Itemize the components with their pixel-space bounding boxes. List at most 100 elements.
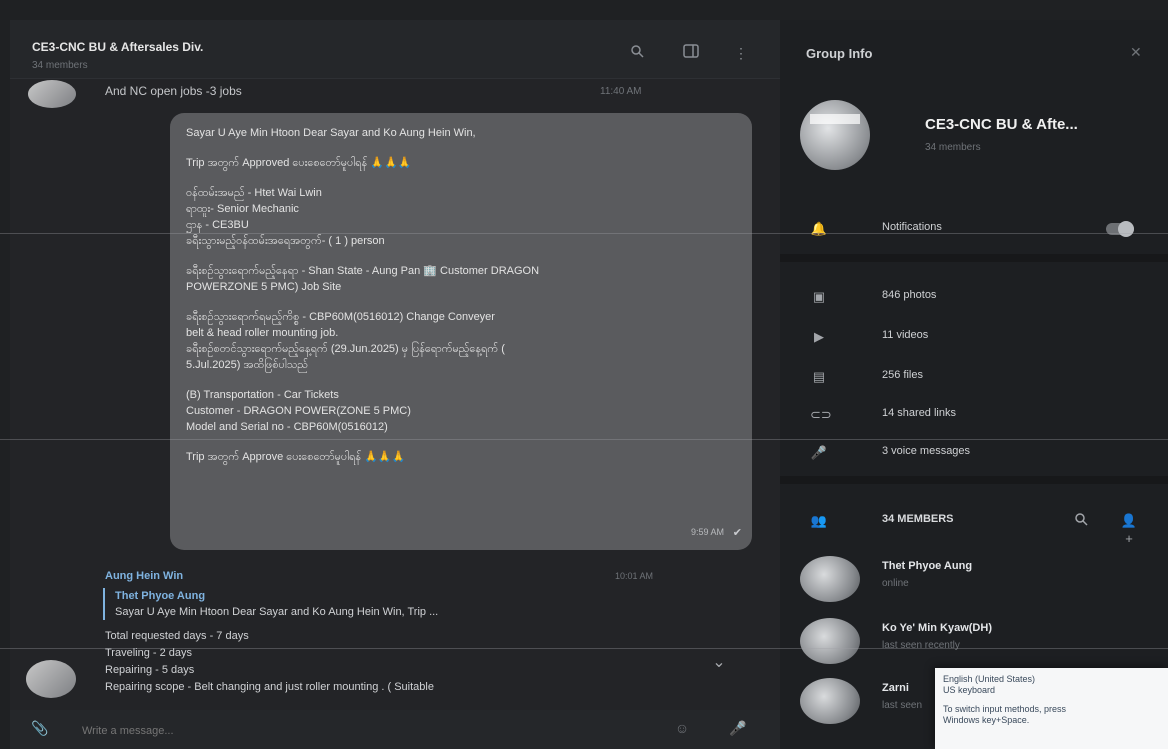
voice-row[interactable]: 🎤 3 voice messages — [780, 438, 1168, 468]
message-input[interactable] — [80, 720, 644, 742]
avatar[interactable] — [26, 660, 76, 698]
screen-artifact — [0, 233, 1168, 234]
avatar — [800, 556, 860, 602]
link-icon: ⊂⊃ — [810, 407, 832, 422]
ime-hint: Windows key+Space. — [943, 715, 1030, 725]
ime-keyboard: US keyboard — [943, 685, 996, 695]
divider — [780, 254, 1168, 262]
row-label: 256 files — [882, 369, 923, 381]
member-status: online — [882, 578, 909, 589]
message-preview-text: And NC open jobs -3 jobs — [105, 84, 242, 98]
chat-pane: CE3-CNC BU & Aftersales Div. 34 members … — [10, 20, 780, 749]
photos-row[interactable]: ▣ 846 photos — [780, 282, 1168, 312]
message-time: 11:40 AM — [600, 86, 642, 97]
row-label: 3 voice messages — [882, 445, 971, 457]
row-label: 14 shared links — [882, 407, 956, 419]
sidebar-toggle-icon[interactable] — [682, 44, 700, 62]
message-line: Sayar U Aye Min Htoon Dear Sayar and Ko … — [186, 127, 476, 139]
message-composer: 📎 ☺ 🎤 — [10, 710, 780, 749]
member-name: Zarni — [882, 682, 909, 694]
file-icon: ▤ — [812, 369, 826, 384]
message-line: Trip အတွက် Approve ပေးစေတော်မူပါရန် 🙏🙏🙏 — [186, 451, 406, 463]
divider — [780, 476, 1168, 484]
message-line: Model and Serial no - CBP60M(0516012) — [186, 421, 388, 433]
message-line: Trip အတွက် Approved ပေးစေတော်မူပါရန် 🙏🙏🙏 — [186, 157, 412, 169]
message-line: ခရီးစဉ်သွားရောက်မည့်နေရာ - Shan State - … — [186, 265, 540, 277]
message-line: ခရီးသွားမည့်ဝန်ထမ်းအရေအတွက်- ( 1 ) perso… — [186, 235, 385, 247]
search-members-icon[interactable] — [1072, 512, 1090, 530]
row-label: Notifications — [882, 221, 942, 233]
member-item[interactable]: Thet Phyoe Aung online — [780, 552, 1168, 608]
message-body: Total requested days - 7 days Traveling … — [105, 628, 434, 696]
message-line: ခရီးစဉ်သွားရောက်ရမည့်ကိစ္စ - CBP60M(0516… — [186, 311, 495, 323]
avatar — [800, 618, 860, 664]
ime-language: English (United States) — [943, 674, 1036, 684]
message-time: 9:59 AM — [690, 527, 724, 537]
message-line: Customer - DRAGON POWER(ZONE 5 PMC) — [186, 405, 411, 417]
more-icon[interactable]: ⋮ — [732, 44, 750, 62]
message-line: belt & head roller mounting job. — [186, 327, 339, 339]
quote-text: Sayar U Aye Min Htoon Dear Sayar and Ko … — [115, 606, 439, 618]
bell-icon: 🔔 — [810, 221, 828, 236]
member-status: last seen — [882, 700, 923, 711]
chat-header: CE3-CNC BU & Aftersales Div. 34 members … — [10, 20, 780, 79]
ime-hint: To switch input methods, press — [943, 704, 1067, 714]
reply-quote[interactable]: Thet Phyoe Aung Sayar U Aye Min Htoon De… — [103, 588, 675, 620]
group-member-count: 34 members — [925, 142, 981, 153]
scroll-down-icon[interactable]: ⌄ — [706, 652, 732, 678]
message-line: ဝန်ထမ်းအမည် - Htet Wai Lwin — [186, 187, 322, 199]
videos-row[interactable]: ▶ 11 videos — [780, 322, 1168, 352]
member-status: last seen recently — [882, 640, 960, 651]
search-icon[interactable] — [628, 44, 646, 62]
chat-title[interactable]: CE3-CNC BU & Aftersales Div. — [32, 40, 203, 54]
avatar[interactable] — [28, 80, 76, 108]
chat-member-count: 34 members — [32, 60, 88, 71]
video-icon: ▶ — [814, 329, 824, 344]
notifications-row[interactable]: 🔔 Notifications — [780, 214, 1168, 244]
message-line: ဌာန - CE3BU — [186, 219, 249, 231]
photo-icon: ▣ — [812, 289, 826, 304]
group-avatar[interactable] — [800, 100, 870, 170]
links-row[interactable]: ⊂⊃ 14 shared links — [780, 400, 1168, 430]
read-check-icon: ✔ — [732, 527, 742, 539]
message-line: POWERZONE 5 PMC) Job Site — [186, 281, 342, 293]
member-name: Ko Ye' Min Kyaw(DH) — [882, 622, 992, 634]
avatar — [800, 678, 860, 724]
emoji-icon[interactable]: ☺ — [672, 718, 692, 738]
group-info-pane: Group Info ✕ CE3-CNC BU & Afte... 34 mem… — [780, 20, 1168, 749]
group-name: CE3-CNC BU & Afte... — [925, 116, 1078, 133]
message-line: ရာထူး- Senior Mechanic — [186, 203, 299, 215]
message-bubble[interactable]: Sayar U Aye Min Htoon Dear Sayar and Ko … — [170, 113, 752, 550]
add-member-icon[interactable]: 👤+ — [1120, 512, 1138, 546]
members-count-label: 34 MEMBERS — [882, 513, 954, 525]
telegram-window: CE3-CNC BU & Aftersales Div. 34 members … — [0, 0, 1168, 749]
quote-author: Thet Phyoe Aung — [115, 590, 206, 602]
message-line: Repairing scope - Belt changing and just… — [105, 681, 434, 693]
members-header: 👥 34 MEMBERS 👤+ — [780, 506, 1168, 546]
message-time: 10:01 AM — [615, 571, 654, 581]
message-line: Total requested days - 7 days — [105, 630, 249, 642]
message-line: Repairing - 5 days — [105, 664, 195, 676]
input-method-tooltip: English (United States) US keyboard To s… — [935, 668, 1168, 749]
message-line: (B) Transportation - Car Tickets — [186, 389, 339, 401]
mic-icon[interactable]: 🎤 — [728, 718, 748, 738]
member-item[interactable]: Ko Ye' Min Kyaw(DH) last seen recently — [780, 614, 1168, 670]
members-icon: 👥 — [810, 513, 828, 528]
mic-icon: 🎤 — [810, 445, 828, 460]
message-sender[interactable]: Aung Hein Win — [105, 570, 183, 582]
member-name: Thet Phyoe Aung — [882, 560, 973, 572]
close-icon[interactable]: ✕ — [1130, 44, 1142, 61]
screen-artifact — [0, 648, 1168, 649]
message-line: 5.Jul.2025) အထိဖြစ်ပါသည် — [186, 359, 308, 371]
message-text: Sayar U Aye Min Htoon Dear Sayar and Ko … — [186, 125, 736, 465]
row-label: 11 videos — [882, 329, 929, 341]
attach-icon[interactable]: 📎 — [30, 718, 50, 738]
panel-title: Group Info — [806, 46, 873, 61]
files-row[interactable]: ▤ 256 files — [780, 362, 1168, 392]
